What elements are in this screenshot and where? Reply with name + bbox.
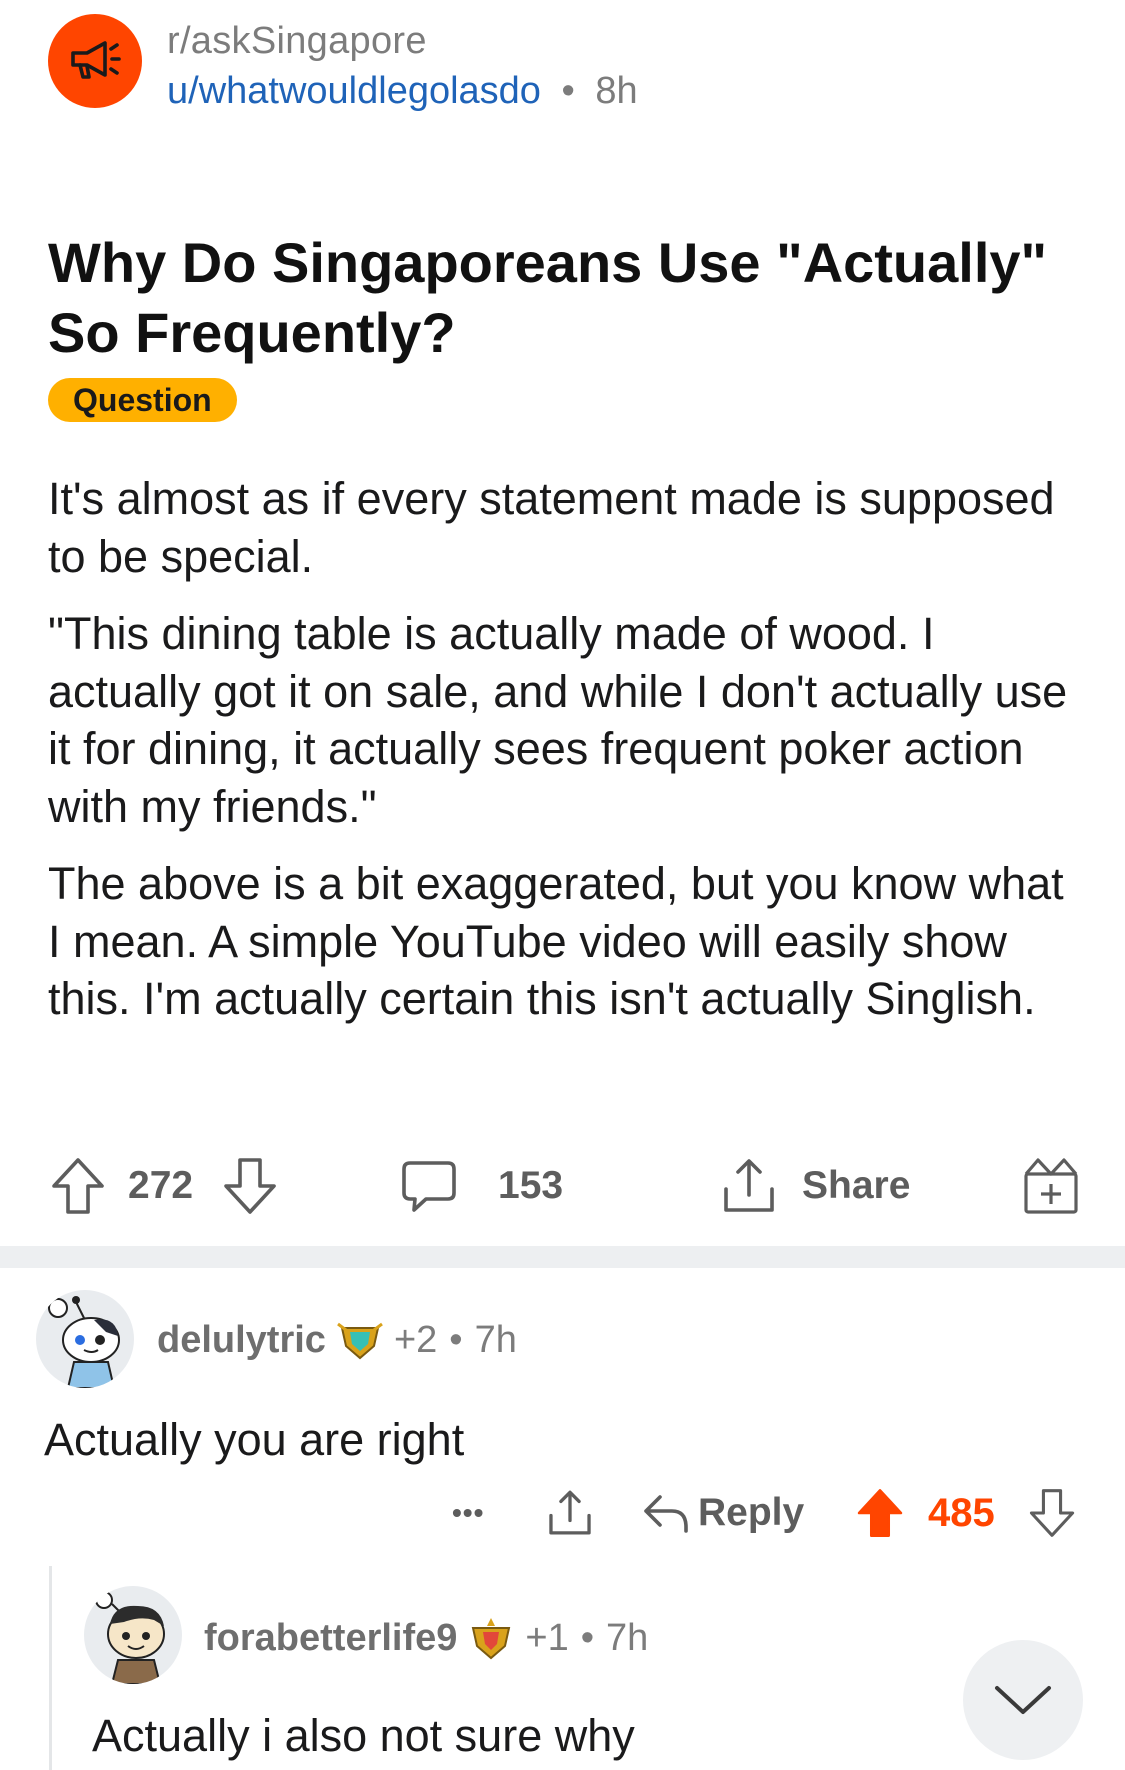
comment-score: 485 bbox=[928, 1490, 995, 1535]
arrow-down-icon bbox=[224, 1158, 276, 1214]
post-comment-count: 153 bbox=[498, 1164, 564, 1207]
share-icon bbox=[549, 1490, 591, 1535]
comment-action-bar: ••• Reply 485 bbox=[0, 1478, 1125, 1548]
meta-separator: • bbox=[561, 70, 575, 112]
post-vote-count: 272 bbox=[128, 1164, 194, 1207]
post-page: r/askSingapore u/whatwouldlegolasdo • 8h… bbox=[0, 0, 1125, 1770]
post-body: It's almost as if every statement made i… bbox=[48, 470, 1088, 1048]
comment-body: Actually you are right bbox=[44, 1414, 465, 1465]
arrow-down-icon bbox=[1029, 1489, 1075, 1537]
reply-arrow-icon bbox=[644, 1495, 688, 1533]
speech-bubble-icon bbox=[402, 1161, 456, 1212]
comment-meta: forabetterlife9 +1 • 7h bbox=[204, 1614, 648, 1662]
thread-line[interactable] bbox=[49, 1566, 52, 1770]
comment-upvote-button[interactable] bbox=[855, 1478, 905, 1548]
arrow-up-icon bbox=[52, 1158, 104, 1214]
avatar[interactable] bbox=[84, 1586, 182, 1684]
comment-karma: +1 bbox=[525, 1616, 569, 1659]
author-link[interactable]: u/whatwouldlegolasdo bbox=[167, 70, 541, 112]
reply-label: Reply bbox=[698, 1491, 805, 1534]
post-action-bar: 272 153 Share bbox=[0, 1150, 1125, 1222]
subreddit-name[interactable]: r/askSingapore bbox=[167, 20, 427, 63]
post-paragraph: It's almost as if every statement made i… bbox=[48, 473, 1055, 582]
subreddit-megaphone-icon[interactable] bbox=[48, 14, 142, 108]
comment-karma: +2 bbox=[393, 1318, 438, 1361]
comments-button[interactable]: 153 bbox=[400, 1150, 563, 1222]
share-icon bbox=[724, 1159, 774, 1212]
section-divider bbox=[0, 1246, 1125, 1268]
downvote-button[interactable] bbox=[222, 1150, 278, 1222]
upvote-button[interactable] bbox=[50, 1150, 106, 1222]
arrow-up-filled-icon bbox=[857, 1489, 903, 1537]
reply-button[interactable]: Reply bbox=[642, 1478, 804, 1548]
post-age: 8h bbox=[595, 70, 638, 112]
share-label: Share bbox=[802, 1164, 911, 1207]
meta-separator: • bbox=[580, 1616, 595, 1659]
comment-age: 7h bbox=[474, 1318, 517, 1361]
comment-meta: delulytric +2 • 7h bbox=[157, 1316, 517, 1364]
scroll-down-button[interactable] bbox=[963, 1640, 1083, 1760]
comment-age: 7h bbox=[606, 1616, 649, 1659]
share-button[interactable]: Share bbox=[720, 1150, 910, 1222]
comment-downvote-button[interactable] bbox=[1028, 1478, 1076, 1548]
post-meta: u/whatwouldlegolasdo • 8h bbox=[167, 70, 638, 113]
post-flair[interactable]: Question bbox=[48, 378, 237, 422]
chevron-down-icon bbox=[995, 1686, 1051, 1714]
post-paragraph: The above is a bit exaggerated, but you … bbox=[48, 858, 1064, 1024]
meta-separator: • bbox=[449, 1318, 463, 1361]
user-flair-badge-icon bbox=[472, 1618, 511, 1660]
comment-username[interactable]: forabetterlife9 bbox=[204, 1617, 457, 1660]
post-paragraph: "This dining table is actually made of w… bbox=[48, 608, 1068, 832]
more-options-button[interactable]: ••• bbox=[452, 1478, 484, 1548]
award-button[interactable] bbox=[1022, 1150, 1080, 1222]
post-title[interactable]: Why Do Singaporeans Use "Actually" So Fr… bbox=[48, 228, 1088, 368]
comment-body: Actually i also not sure why bbox=[92, 1710, 635, 1761]
comment-share-button[interactable] bbox=[546, 1478, 594, 1548]
user-flair-badge-icon bbox=[337, 1322, 383, 1360]
comment-username[interactable]: delulytric bbox=[157, 1319, 326, 1362]
gift-icon bbox=[1024, 1158, 1078, 1214]
avatar[interactable] bbox=[36, 1290, 134, 1388]
